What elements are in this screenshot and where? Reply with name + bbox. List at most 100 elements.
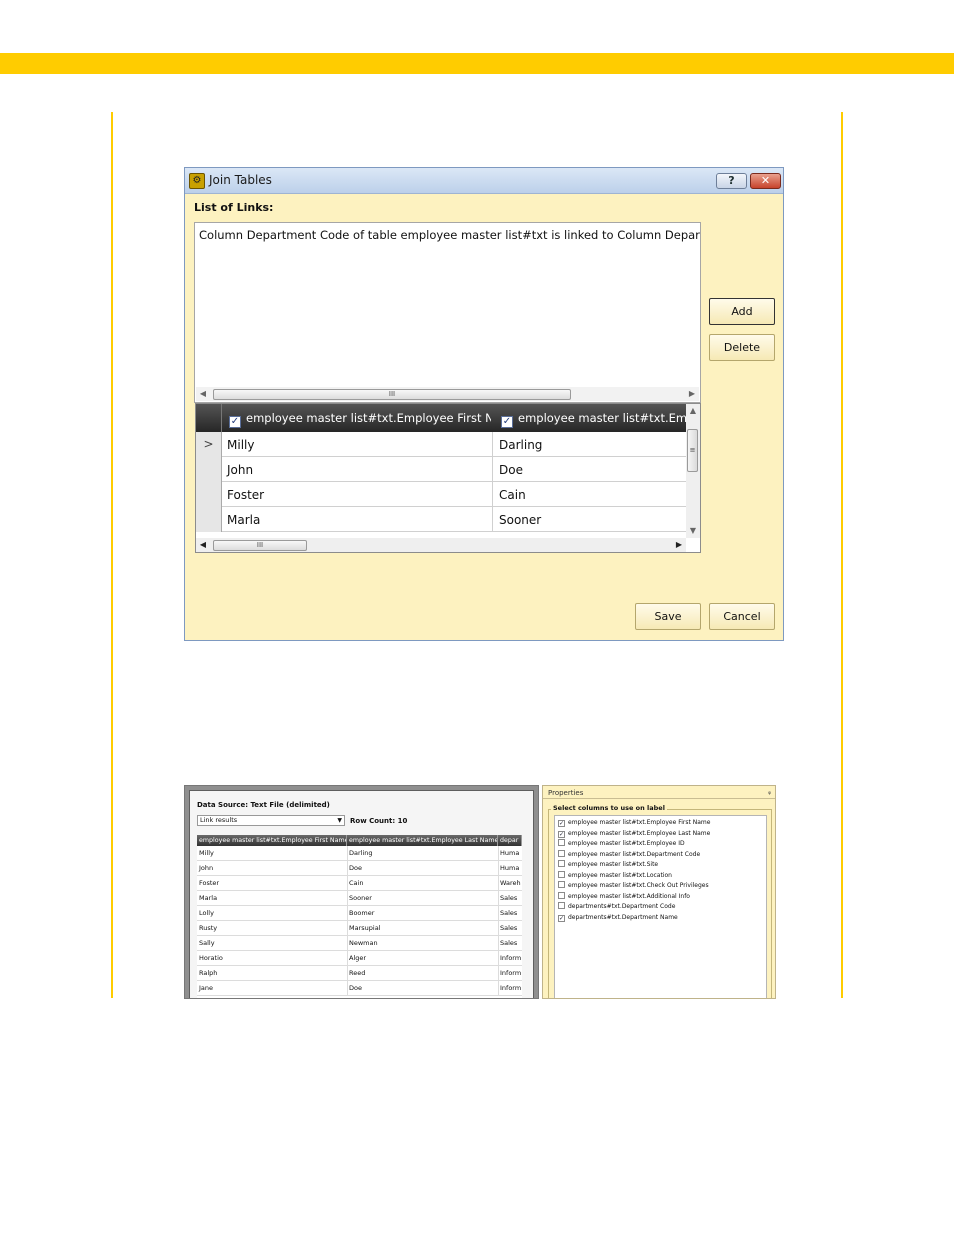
preview-cell[interactable]: Marsupial — [347, 921, 498, 936]
scroll-right-icon[interactable]: ▶ — [672, 538, 686, 552]
preview-cell[interactable]: Milly — [197, 846, 347, 861]
grid-cell[interactable]: Marla — [227, 507, 260, 532]
preview-cell[interactable]: Doe — [347, 981, 498, 996]
preview-row[interactable]: Ralph Reed Inform — [197, 966, 522, 981]
column-option[interactable]: ✓ employee master list#txt.Employee First… — [558, 818, 710, 828]
column-checkbox[interactable] — [558, 849, 565, 857]
link-item[interactable]: Column Department Code of table employee… — [199, 228, 700, 242]
preview-cell[interactable]: Foster — [197, 876, 347, 891]
preview-cell[interactable]: Inform — [498, 951, 522, 966]
pin-icon[interactable]: ᵩ — [768, 788, 771, 796]
scroll-left-icon[interactable]: ◀ — [196, 538, 210, 552]
grid-cell[interactable]: Darling — [499, 432, 542, 457]
preview-cell[interactable]: Cain — [347, 876, 498, 891]
scroll-left-icon[interactable]: ◀ — [196, 387, 210, 401]
preview-cell[interactable]: Inform — [498, 966, 522, 981]
column-checkbox[interactable]: ✓ — [558, 820, 565, 827]
save-button[interactable]: Save — [635, 603, 701, 630]
preview-cell[interactable]: Ralph — [197, 966, 347, 981]
grid-hscroll-thumb[interactable]: III — [213, 540, 307, 551]
column-option[interactable]: employee master list#txt.Department Code — [558, 849, 700, 860]
grid-cell[interactable]: Doe — [499, 457, 523, 482]
column-checkbox[interactable] — [558, 860, 565, 867]
links-horizontal-scrollbar[interactable]: ◀ III ▶ — [196, 387, 699, 401]
links-scroll-thumb[interactable]: III — [213, 389, 571, 400]
column-option[interactable]: employee master list#txt.Check Out Privi… — [558, 881, 709, 891]
column-checkbox[interactable]: ✓ — [501, 416, 513, 428]
preview-cell[interactable]: Sales — [498, 921, 522, 936]
grid-cell[interactable]: Foster — [227, 482, 264, 507]
preview-cell[interactable]: Alger — [347, 951, 498, 966]
row-selector-icon[interactable]: > — [196, 432, 222, 457]
grid-vertical-scrollbar[interactable]: ▲ ≡ ▼ — [686, 404, 700, 538]
preview-cell[interactable]: Boomer — [347, 906, 498, 921]
cancel-button[interactable]: Cancel — [709, 603, 775, 630]
column-option[interactable]: ✓ departments#txt.Department Name — [558, 913, 678, 923]
column-checkbox[interactable]: ✓ — [229, 416, 241, 428]
preview-column-header[interactable]: employee master list#txt.Employee First … — [197, 835, 347, 846]
column-checkbox[interactable] — [558, 870, 565, 878]
column-checkbox[interactable] — [558, 881, 565, 888]
grid-cell[interactable]: John — [227, 457, 253, 482]
preview-cell[interactable]: John — [197, 861, 347, 876]
column-option[interactable]: employee master list#txt.Site — [558, 860, 658, 870]
preview-row[interactable]: Milly Darling Huma — [197, 846, 522, 861]
close-button[interactable]: ✕ — [750, 173, 781, 189]
column-checkbox[interactable] — [558, 891, 565, 899]
preview-row[interactable]: Foster Cain Wareh — [197, 876, 522, 891]
preview-cell[interactable]: Rusty — [197, 921, 347, 936]
preview-cell[interactable]: Doe — [347, 861, 498, 876]
grid-column-header[interactable]: ✓employee master list#txt.Employee Last … — [501, 404, 686, 432]
row-selector[interactable] — [196, 507, 222, 532]
grid-row[interactable]: > Milly Darling — [196, 432, 686, 457]
preview-cell[interactable]: Sooner — [347, 891, 498, 906]
grid-cell[interactable]: Milly — [227, 432, 254, 457]
grid-cell[interactable]: Sooner — [499, 507, 541, 532]
help-button[interactable]: ? — [716, 173, 747, 189]
scroll-up-icon[interactable]: ▲ — [686, 404, 700, 418]
preview-cell[interactable]: Jane — [197, 981, 347, 996]
column-option[interactable]: employee master list#txt.Additional Info — [558, 891, 690, 902]
preview-cell[interactable]: Marla — [197, 891, 347, 906]
column-option[interactable]: ✓ employee master list#txt.Employee Last … — [558, 829, 710, 839]
grid-horizontal-scrollbar[interactable]: ◀ III ▶ — [196, 538, 686, 552]
grid-column-header[interactable]: ✓ employee master list#txt.Employee First… — [229, 404, 491, 432]
column-checkbox[interactable] — [558, 839, 565, 846]
preview-row[interactable]: Jane Doe Inform — [197, 981, 522, 996]
preview-column-header[interactable]: depar — [498, 835, 522, 846]
preview-cell[interactable]: Sales — [498, 906, 522, 921]
preview-row[interactable]: Sally Newman Sales — [197, 936, 522, 951]
scroll-right-icon[interactable]: ▶ — [685, 387, 699, 401]
preview-cell[interactable]: Wareh — [498, 876, 522, 891]
column-checkbox[interactable]: ✓ — [558, 830, 565, 838]
preview-cell[interactable]: Lolly — [197, 906, 347, 921]
links-list[interactable]: Column Department Code of table employee… — [194, 222, 701, 403]
grid-vscroll-thumb[interactable]: ≡ — [687, 429, 698, 472]
grid-row[interactable]: Marla Sooner — [196, 507, 686, 532]
preview-cell[interactable]: Huma — [498, 846, 522, 861]
preview-row[interactable]: Rusty Marsupial Sales — [197, 921, 522, 936]
preview-cell[interactable]: Newman — [347, 936, 498, 951]
preview-row[interactable]: Lolly Boomer Sales — [197, 906, 522, 921]
preview-row[interactable]: Horatio Alger Inform — [197, 951, 522, 966]
scroll-down-icon[interactable]: ▼ — [686, 524, 700, 538]
preview-row[interactable]: John Doe Huma — [197, 861, 522, 876]
row-selector[interactable] — [196, 457, 222, 482]
grid-cell[interactable]: Cain — [499, 482, 526, 507]
row-selector[interactable] — [196, 482, 222, 507]
column-checkbox[interactable] — [558, 902, 565, 909]
preview-cell[interactable]: Sales — [498, 936, 522, 951]
preview-cell[interactable]: Inform — [498, 981, 522, 996]
preview-cell[interactable]: Sally — [197, 936, 347, 951]
column-option[interactable]: departments#txt.Department Code — [558, 902, 675, 912]
preview-column-header[interactable]: employee master list#txt.Employee Last N… — [347, 835, 498, 846]
grid-row[interactable]: Foster Cain — [196, 482, 686, 507]
preview-cell[interactable]: Sales — [498, 891, 522, 906]
results-select[interactable]: Link results ▼ — [197, 815, 345, 826]
grid-row[interactable]: John Doe — [196, 457, 686, 482]
preview-cell[interactable]: Huma — [498, 861, 522, 876]
preview-cell[interactable]: Darling — [347, 846, 498, 861]
add-button[interactable]: Add — [709, 298, 775, 325]
column-checkbox[interactable]: ✓ — [558, 914, 565, 922]
column-option[interactable]: employee master list#txt.Employee ID — [558, 839, 685, 849]
